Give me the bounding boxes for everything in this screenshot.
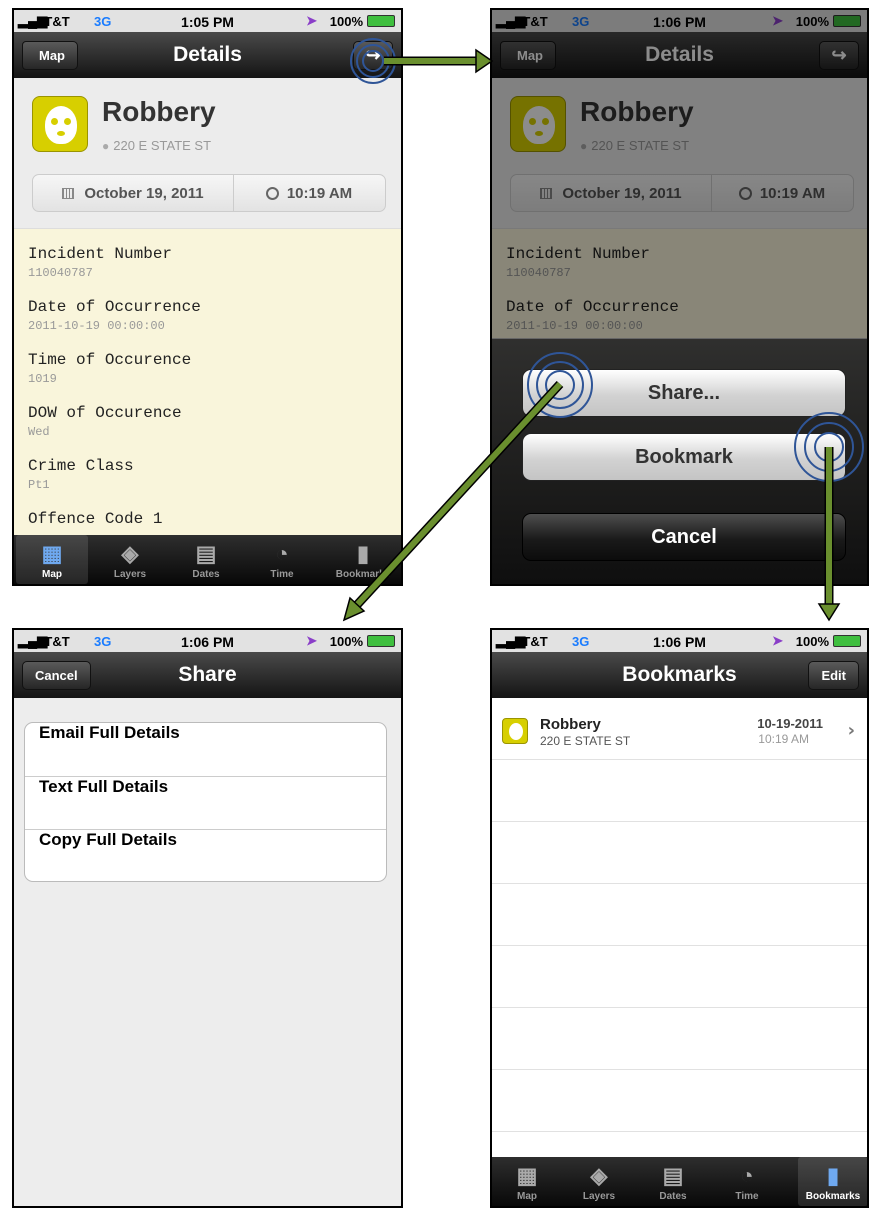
arrow-head [817, 603, 841, 622]
flow-arrows [342, 48, 841, 622]
arrow-to-share [353, 381, 563, 609]
arrow-head [475, 48, 494, 74]
